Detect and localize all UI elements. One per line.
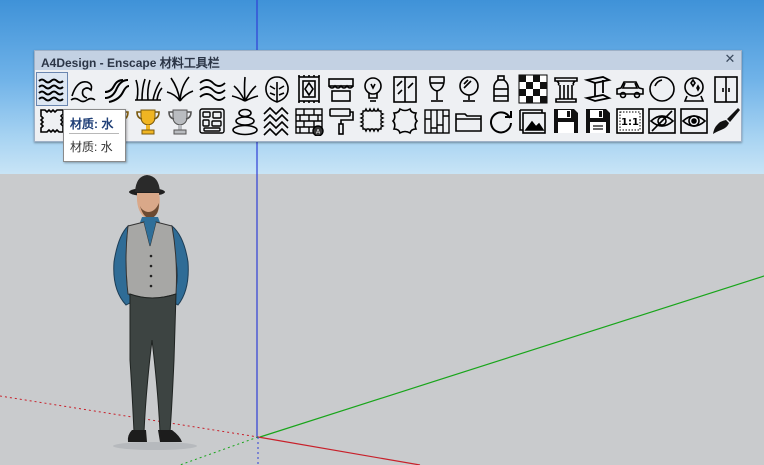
gold-cup-icon	[136, 109, 161, 135]
material-tooltip: 材质: 水 材质: 水	[63, 109, 126, 162]
water-material-button[interactable]	[36, 72, 68, 106]
save-as-button[interactable]	[583, 105, 613, 137]
person-figure	[113, 175, 197, 450]
paint-brush-button[interactable]	[711, 105, 741, 137]
view-button[interactable]	[679, 105, 709, 137]
car-paint-material-button[interactable]	[615, 73, 645, 105]
toolbar-title: A4Design - Enscape 材料工具栏	[41, 56, 220, 70]
scale-1to1-icon: 1:1	[615, 108, 644, 134]
open-folder-button[interactable]	[454, 105, 484, 137]
reed-grass-icon	[167, 76, 194, 102]
door-panel-icon	[714, 76, 738, 103]
water-ripple-icon	[105, 79, 130, 103]
ocean-material-button[interactable]	[69, 73, 99, 105]
leather-hide-icon	[391, 107, 419, 135]
herringbone-icon	[263, 106, 289, 136]
wood-planks-icon	[424, 109, 450, 134]
toolbar-title-bar[interactable]: A4Design - Enscape 材料工具栏 ✕	[35, 51, 741, 70]
folder-icon	[455, 113, 483, 132]
steel-material-button[interactable]	[583, 73, 613, 105]
toolbar-row-1	[36, 72, 743, 106]
mirror-icon	[459, 76, 480, 102]
brick-material-button[interactable]: A	[294, 105, 324, 137]
grass-material-button[interactable]	[133, 73, 163, 105]
checker-tile-icon	[518, 74, 548, 104]
tooltip-heading: 材质: 水	[70, 117, 114, 131]
green-axis	[259, 275, 764, 438]
window-glass-icon	[393, 76, 417, 103]
light-bulb-icon	[364, 77, 382, 102]
refresh-button[interactable]	[486, 105, 516, 137]
close-button[interactable]: ✕	[723, 52, 737, 68]
hide-icon	[647, 108, 676, 134]
ocean-wave-icon	[70, 80, 96, 103]
leather-material-button[interactable]	[390, 105, 420, 137]
save-as-icon	[585, 109, 610, 133]
hide-button[interactable]	[647, 105, 677, 137]
bottle-icon	[493, 75, 510, 102]
crystal-material-button[interactable]	[679, 73, 709, 105]
herringbone-material-button[interactable]	[262, 105, 292, 137]
grass-icon	[135, 78, 163, 101]
carpet-icon	[297, 75, 320, 103]
scale-one-to-one-button[interactable]: 1:1	[615, 105, 645, 137]
toolbar-row-2: A 1:1	[37, 105, 743, 137]
mirror-material-button[interactable]	[454, 73, 484, 105]
marble-material-button[interactable]	[551, 73, 581, 105]
stamp-icon	[359, 107, 385, 133]
water-waves-icon	[38, 78, 64, 102]
tooltip-divider	[69, 133, 119, 134]
silver-trophy-icon	[168, 109, 193, 135]
image-button[interactable]	[518, 105, 548, 137]
carpet-material-button[interactable]	[294, 73, 324, 105]
ripple-material-button[interactable]	[101, 73, 131, 105]
brick-wall-icon: A	[295, 108, 324, 136]
material-toolbar: A4Design - Enscape 材料工具栏 ✕ A 1:1	[34, 50, 742, 142]
reed-material-button[interactable]	[165, 73, 195, 105]
paving-stones-icon	[199, 108, 226, 134]
wheat-grass-icon	[199, 79, 227, 101]
wheat-material-button[interactable]	[197, 73, 227, 105]
view-icon	[680, 108, 708, 134]
sphere-icon	[648, 76, 675, 102]
column-icon	[553, 77, 578, 103]
tile-material-button[interactable]	[518, 73, 548, 105]
door-material-button[interactable]	[711, 73, 741, 105]
wine-glass-icon	[429, 76, 446, 102]
sphere-material-button[interactable]	[647, 73, 677, 105]
stamp-material-button[interactable]	[358, 105, 388, 137]
tooltip-body: 材质: 水	[70, 140, 113, 154]
scale-label: 1:1	[621, 117, 639, 128]
wine-glass-material-button[interactable]	[422, 73, 452, 105]
stacked-stones-icon	[231, 108, 258, 136]
save-button[interactable]	[551, 105, 581, 137]
shrub-icon	[231, 76, 258, 102]
gold-cup-material-button[interactable]	[133, 105, 163, 137]
leaf-material-button[interactable]	[262, 73, 292, 105]
save-icon	[553, 109, 578, 133]
awning-material-button[interactable]	[326, 73, 356, 105]
awning-icon	[328, 78, 354, 102]
red-axis	[257, 436, 421, 465]
steel-beam-icon	[583, 76, 612, 102]
paint-material-button[interactable]	[326, 105, 356, 137]
silver-material-button[interactable]	[165, 105, 195, 137]
shrub-material-button[interactable]	[230, 73, 260, 105]
wood-material-button[interactable]	[422, 105, 452, 137]
paving-material-button[interactable]	[197, 105, 227, 137]
stone-material-button[interactable]	[230, 105, 260, 137]
crystal-ball-icon	[683, 77, 705, 102]
paint-roller-icon	[329, 108, 354, 135]
car-icon	[615, 81, 644, 99]
refresh-icon	[490, 111, 513, 134]
light-material-button[interactable]	[358, 73, 388, 105]
paint-brush-icon	[712, 108, 740, 134]
glass-material-button[interactable]	[390, 73, 420, 105]
image-icon	[519, 109, 547, 134]
monstera-leaf-icon	[264, 76, 289, 103]
plastic-material-button[interactable]	[486, 73, 516, 105]
